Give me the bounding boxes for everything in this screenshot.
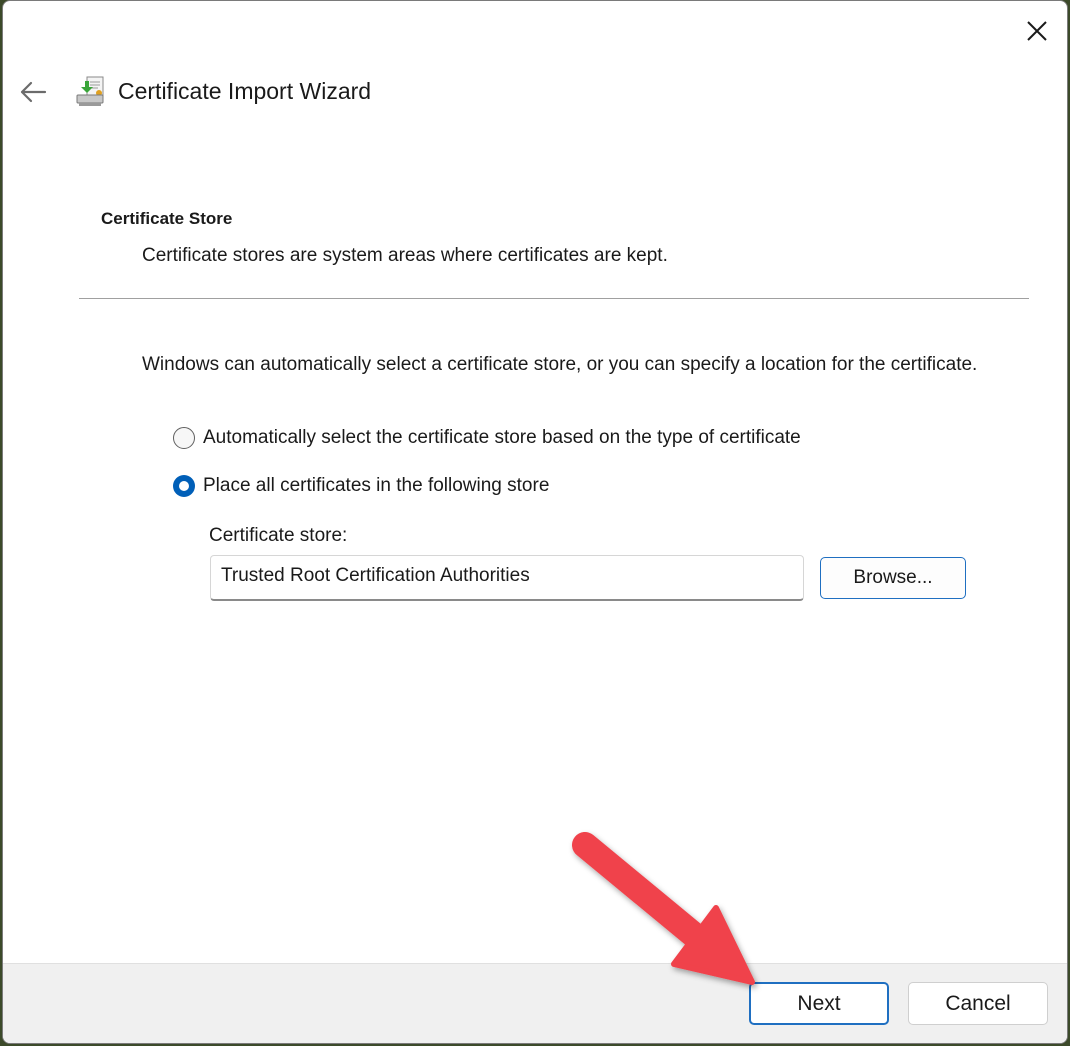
section-description: Certificate stores are system areas wher… bbox=[142, 245, 668, 266]
radio-place-in-store-label: Place all certificates in the following … bbox=[203, 475, 550, 496]
close-icon bbox=[1027, 21, 1047, 41]
certificate-store-label: Certificate store: bbox=[209, 525, 348, 546]
radio-auto-select[interactable]: Automatically select the certificate sto… bbox=[173, 427, 801, 449]
wizard-window: Certificate Import Wizard Certificate St… bbox=[2, 0, 1068, 1044]
wizard-title: Certificate Import Wizard bbox=[118, 78, 372, 104]
section-heading: Certificate Store bbox=[101, 209, 233, 228]
radio-unchecked-icon[interactable] bbox=[173, 427, 195, 449]
certificate-store-field[interactable]: Trusted Root Certification Authorities bbox=[210, 555, 804, 601]
close-button[interactable] bbox=[1013, 9, 1061, 53]
certificate-wizard-icon bbox=[76, 76, 104, 106]
intro-text: Windows can automatically select a certi… bbox=[142, 354, 978, 375]
next-button[interactable]: Next bbox=[749, 982, 889, 1025]
divider bbox=[79, 298, 1029, 299]
radio-checked-icon[interactable] bbox=[173, 475, 195, 497]
radio-auto-select-label: Automatically select the certificate sto… bbox=[203, 427, 801, 448]
browse-button[interactable]: Browse... bbox=[820, 557, 966, 599]
radio-place-in-store[interactable]: Place all certificates in the following … bbox=[173, 475, 549, 497]
cancel-button[interactable]: Cancel bbox=[908, 982, 1048, 1025]
back-button[interactable] bbox=[13, 73, 53, 111]
arrow-left-icon bbox=[20, 81, 47, 103]
